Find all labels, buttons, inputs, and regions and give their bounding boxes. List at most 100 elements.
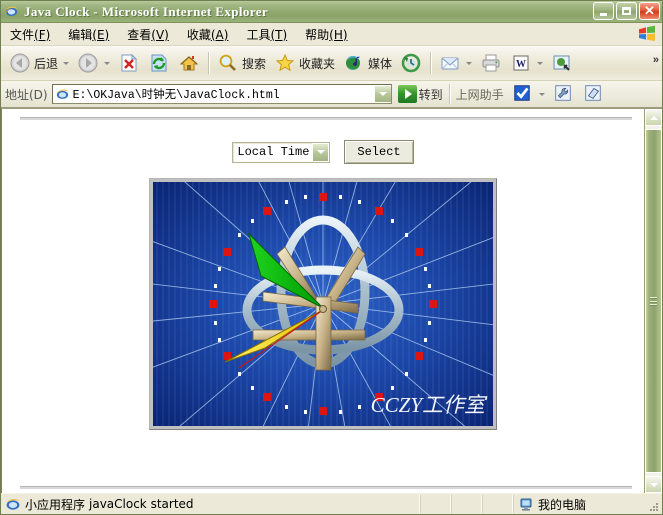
mail-icon (439, 52, 461, 74)
menu-label: 文件 (10, 27, 35, 42)
resize-grip-icon[interactable] (648, 501, 660, 513)
clock-controls: Local Time Select (2, 140, 644, 164)
menu-item-view[interactable]: 查看(V) (118, 24, 178, 45)
status-pane-1 (420, 495, 451, 513)
go-arrow-icon (397, 85, 417, 103)
helper-check-button[interactable] (508, 79, 549, 109)
windows-flag-icon (638, 25, 656, 42)
mail-dropdown-icon[interactable] (466, 61, 473, 65)
chevron-down-icon (316, 150, 325, 154)
history-icon (400, 52, 422, 74)
address-separator (448, 84, 450, 104)
clock-canvas: CCZY工作室 (153, 182, 493, 426)
close-icon: ✕ (644, 3, 655, 18)
search-icon (217, 52, 239, 74)
wrench-icon (553, 83, 575, 105)
stop-icon (118, 52, 140, 74)
timezone-select-arrow[interactable] (312, 142, 330, 162)
document-area: Local Time Select CCZY工作室 (1, 108, 662, 493)
favorites-button[interactable]: 收藏夹 (270, 48, 339, 78)
minimize-button[interactable] (593, 2, 614, 20)
scroll-up-button[interactable] (645, 109, 662, 126)
menu-item-favorites[interactable]: 收藏(A) (178, 24, 238, 45)
go-button[interactable]: 转到 (397, 85, 443, 103)
forward-button[interactable] (73, 48, 114, 78)
status-pane-2 (451, 495, 482, 513)
back-dropdown-icon[interactable] (63, 61, 70, 65)
scrollbar-track[interactable] (645, 126, 662, 476)
menu-label: 收藏 (186, 27, 211, 42)
browser-window: Java Clock - Microsoft Internet Explorer… (0, 0, 663, 515)
address-bar: 地址(D) E:\OKJava\时钟无\JavaClock.html 转到 上网… (1, 81, 662, 108)
messenger-button[interactable] (547, 48, 577, 78)
print-button[interactable] (476, 48, 506, 78)
search-label: 搜索 (242, 56, 267, 71)
scroll-down-button[interactable] (645, 476, 662, 493)
eraser-icon (583, 83, 605, 105)
helper-clean-button[interactable] (579, 79, 609, 109)
menu-accelerator: (E) (92, 27, 110, 42)
scrollbar-thumb[interactable] (645, 129, 662, 473)
favorites-label: 收藏夹 (299, 56, 336, 71)
menu-item-tools[interactable]: 工具(T) (237, 24, 296, 45)
menu-accelerator: (T) (270, 27, 288, 42)
home-icon (178, 52, 200, 74)
security-zone-label: 我的电脑 (538, 497, 587, 512)
printer-icon (480, 52, 502, 74)
forward-dropdown-icon[interactable] (104, 61, 111, 65)
edit-dropdown-icon[interactable] (537, 61, 544, 65)
refresh-button[interactable] (144, 48, 174, 78)
my-computer-icon (518, 496, 534, 512)
menu-accelerator: (H) (329, 27, 348, 42)
edit-button[interactable]: W (506, 48, 547, 78)
go-label: 转到 (418, 87, 443, 102)
home-button[interactable] (174, 48, 204, 78)
search-button[interactable]: 搜索 (213, 48, 270, 78)
toolbar: 后退 搜索 收藏夹 媒体 W » (1, 46, 662, 81)
mail-button[interactable] (435, 48, 476, 78)
word-edit-icon: W (510, 52, 532, 74)
helper-dropdown-icon[interactable] (538, 92, 545, 96)
helper-tools-button[interactable] (549, 79, 579, 109)
forward-arrow-icon (77, 52, 99, 74)
svg-text:W: W (516, 59, 526, 70)
menu-item-edit[interactable]: 编辑(E) (59, 24, 118, 45)
address-input[interactable]: E:\OKJava\时钟无\JavaClock.html (51, 84, 392, 104)
chevron-down-icon (649, 482, 658, 487)
close-button[interactable]: ✕ (639, 2, 660, 20)
media-button[interactable]: 媒体 (339, 48, 396, 78)
toolbar-separator (208, 52, 210, 74)
menu-item-file[interactable]: 文件(F) (1, 24, 59, 45)
web-page: Local Time Select CCZY工作室 (1, 109, 644, 493)
menu-label: 编辑 (68, 27, 93, 42)
address-value: E:\OKJava\时钟无\JavaClock.html (72, 89, 280, 102)
toolbar-overflow-button[interactable]: » (653, 54, 659, 66)
media-globe-icon (343, 52, 365, 74)
timezone-select-value: Local Time (237, 145, 310, 159)
refresh-icon (148, 52, 170, 74)
back-button[interactable]: 后退 (5, 48, 73, 78)
title-bar: Java Clock - Microsoft Internet Explorer… (1, 1, 662, 23)
address-dropdown-button[interactable] (373, 85, 391, 103)
chevron-up-icon (649, 115, 658, 120)
timezone-select[interactable]: Local Time (232, 141, 331, 163)
ie-icon (4, 4, 20, 20)
menu-accelerator: (A) (210, 27, 229, 42)
scrollbar-grip-icon (650, 297, 657, 305)
java-applet-frame: CCZY工作室 (149, 178, 497, 430)
security-zone-pane[interactable]: 我的电脑 (513, 495, 662, 513)
java-clock-applet[interactable]: CCZY工作室 (153, 182, 493, 426)
vertical-scrollbar[interactable] (644, 109, 662, 493)
messenger-icon (551, 52, 573, 74)
stop-button[interactable] (114, 48, 144, 78)
bottom-divider (20, 486, 632, 489)
helper-label: 上网助手 (455, 87, 504, 102)
select-button[interactable]: Select (344, 140, 414, 164)
menu-bar: 文件(F) 编辑(E) 查看(V) 收藏(A) 工具(T) 帮助(H) (1, 23, 662, 46)
menu-accelerator: (V) (151, 27, 169, 42)
maximize-button[interactable] (616, 2, 637, 20)
menu-item-help[interactable]: 帮助(H) (296, 24, 356, 45)
status-message-pane: 小应用程序 javaClock started (1, 495, 420, 513)
history-button[interactable] (396, 48, 426, 78)
checkmark-icon (512, 83, 534, 105)
